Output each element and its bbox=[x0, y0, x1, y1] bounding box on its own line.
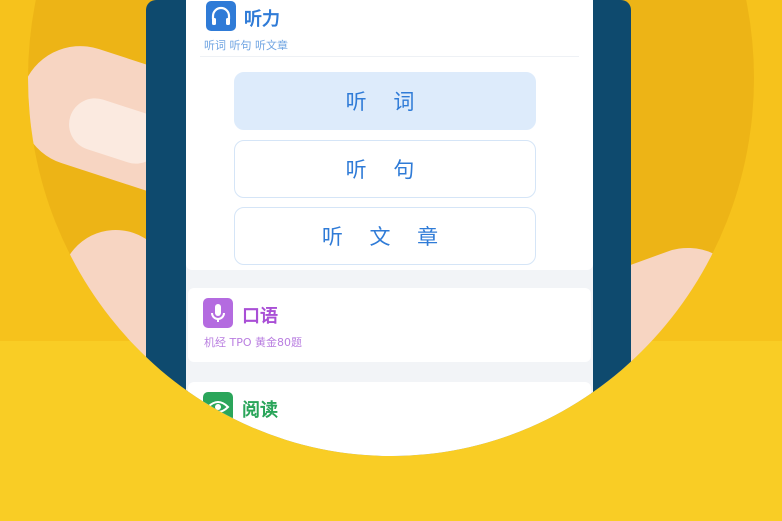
phone-frame: 听力 听词 听句 听文章 听 词 听 句 听 文 章 口语 机经 TPO 黄金8… bbox=[146, 0, 631, 456]
divider bbox=[200, 56, 579, 57]
listening-subtitle: 听词 听句 听文章 bbox=[204, 39, 288, 52]
option-listen-words[interactable]: 听 词 bbox=[234, 72, 536, 130]
eye-icon bbox=[203, 392, 233, 422]
speaking-title: 口语 bbox=[242, 306, 278, 327]
speaking-card[interactable]: 口语 机经 TPO 黄金80题 bbox=[188, 288, 591, 362]
option-listen-sentences[interactable]: 听 句 bbox=[234, 140, 536, 198]
option-listen-articles[interactable]: 听 文 章 bbox=[234, 207, 536, 265]
headphones-icon bbox=[206, 1, 236, 31]
phone-screen: 听力 听词 听句 听文章 听 词 听 句 听 文 章 口语 机经 TPO 黄金8… bbox=[186, 0, 593, 456]
reading-card[interactable]: 阅读 bbox=[188, 382, 591, 456]
listening-title: 听力 bbox=[244, 9, 280, 30]
speaking-subtitle: 机经 TPO 黄金80题 bbox=[204, 336, 303, 349]
listening-card: 听力 听词 听句 听文章 听 词 听 句 听 文 章 bbox=[186, 0, 593, 270]
reading-title: 阅读 bbox=[242, 400, 278, 421]
microphone-icon bbox=[203, 298, 233, 328]
